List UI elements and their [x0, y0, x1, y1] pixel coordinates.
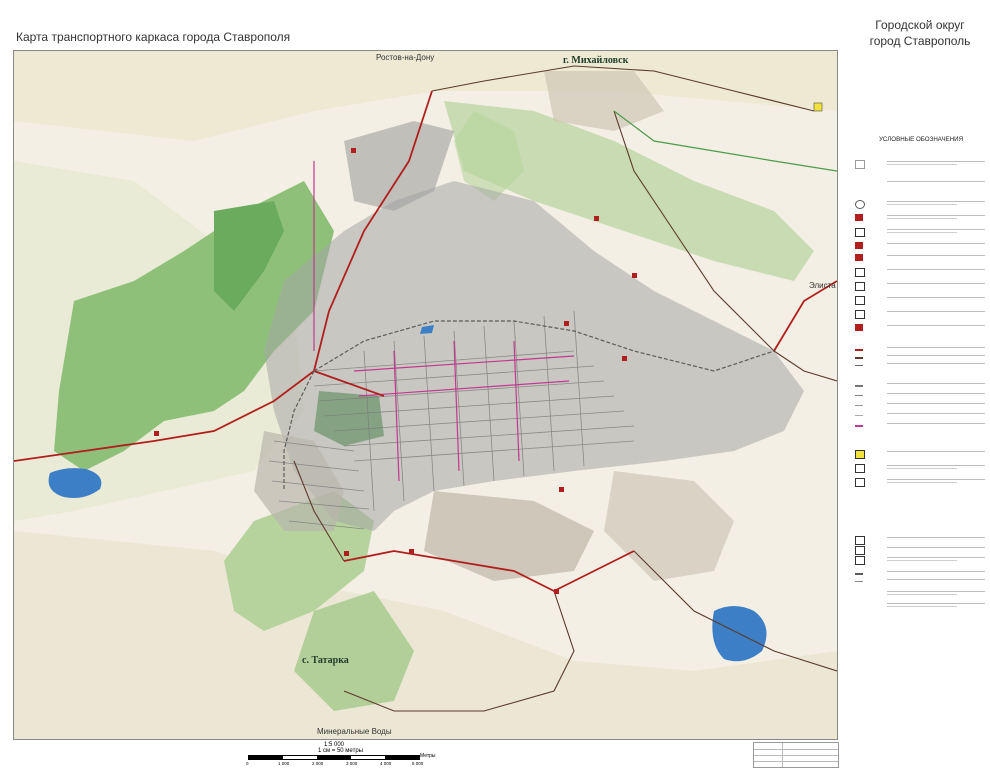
legend-row	[851, 536, 985, 545]
title-block-stamp	[753, 742, 839, 768]
legend-panel: УСЛОВНЫЕ ОБОЗНАЧЕНИЯ	[843, 130, 985, 630]
legend-row	[851, 200, 985, 209]
scale-tick-5: 5 000	[412, 761, 424, 766]
legend-row	[851, 602, 985, 610]
legend-row	[851, 324, 985, 332]
scale-tick-2: 2 000	[312, 761, 324, 766]
legend-row	[851, 412, 985, 420]
legend-row	[851, 422, 985, 430]
scale-bar: 1:5 000 1 см = 50 метры Метры 0 1 000 2 …	[240, 742, 440, 766]
scale-bar-graphic	[248, 755, 420, 760]
legend-row	[851, 382, 985, 390]
legend-row	[851, 228, 985, 237]
legend-row	[851, 242, 985, 250]
map-svg	[14, 51, 837, 739]
legend-row	[851, 450, 985, 459]
legend-row	[851, 310, 985, 319]
builtup-south	[424, 491, 594, 581]
district-line-2: город Ставрополь	[869, 34, 971, 48]
scale-tick-0: 0	[246, 761, 249, 766]
builtup-southeast	[604, 471, 734, 581]
legend-row	[851, 362, 985, 370]
legend-row	[851, 214, 985, 222]
legend-row	[851, 268, 985, 277]
legend-row	[851, 556, 985, 565]
district-title: Городской округ город Ставрополь	[860, 17, 980, 49]
legend-row	[851, 392, 985, 400]
legend-row	[851, 254, 985, 262]
legend-row	[851, 296, 985, 305]
label-elista: Элиста	[809, 281, 836, 290]
legend-row	[851, 402, 985, 410]
legend-row	[851, 590, 985, 598]
legend-row	[851, 160, 985, 169]
legend-title: УСЛОВНЫЕ ОБОЗНАЧЕНИЯ	[879, 136, 964, 143]
legend-row	[851, 578, 985, 586]
label-mineralnye-vody: Минеральные Воды	[317, 727, 392, 736]
legend-row	[851, 546, 985, 555]
legend-row	[851, 354, 985, 362]
district-line-1: Городской округ	[875, 18, 965, 32]
legend-row	[851, 346, 985, 354]
legend-row	[851, 478, 985, 487]
label-rostov: Ростов-на-Дону	[376, 53, 435, 62]
scale-unit: Метры	[420, 753, 436, 759]
label-mikhaylovsk: г. Михайловск	[563, 55, 629, 66]
airport-marker	[813, 102, 823, 112]
map-canvas[interactable]: г. Михайловск с. Татарка Ростов-на-Дону …	[13, 50, 838, 740]
scale-tick-1: 1 000	[278, 761, 290, 766]
legend-row	[851, 464, 985, 473]
map-title: Карта транспортного каркаса города Ставр…	[16, 30, 291, 44]
legend-row	[851, 282, 985, 291]
scale-tick-4: 4 000	[380, 761, 392, 766]
legend-row	[851, 570, 985, 578]
scale-cm: 1 см = 50 метры	[318, 748, 363, 754]
legend-row	[851, 180, 985, 188]
label-tatarka: с. Татарка	[302, 655, 349, 666]
scale-tick-3: 3 000	[346, 761, 358, 766]
